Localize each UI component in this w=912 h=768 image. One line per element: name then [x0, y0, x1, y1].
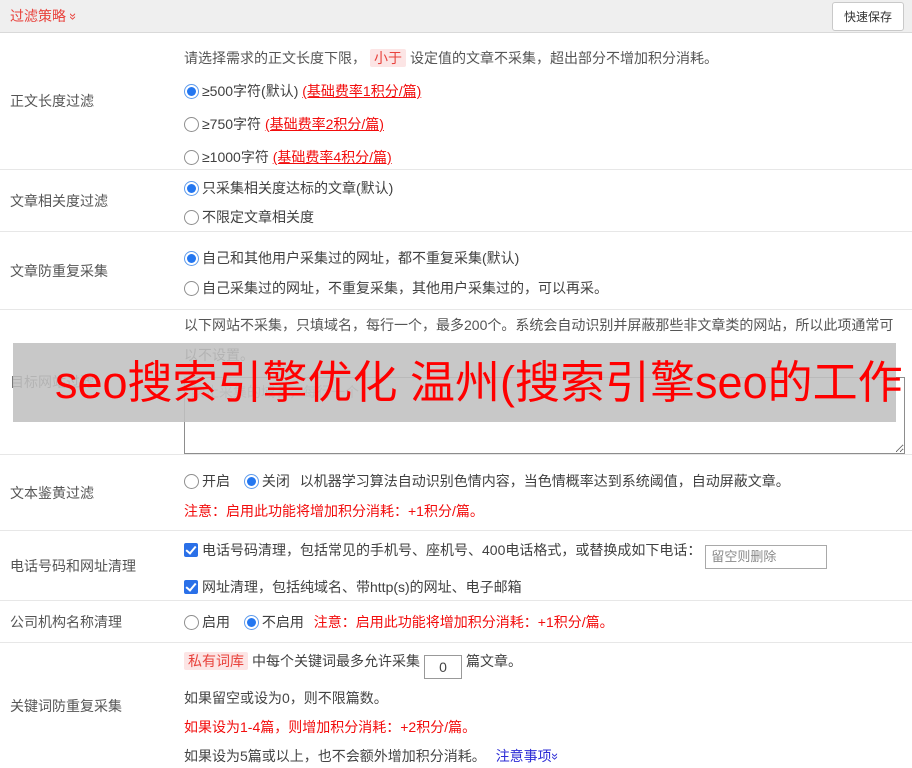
- option-relevance-any[interactable]: 不限定文章相关度: [184, 207, 912, 227]
- radio-750-chars[interactable]: [184, 117, 199, 132]
- row-label-phone-url: 电话号码和网址清理: [10, 557, 136, 574]
- row-keyword-dedup: 关键词防重复采集 私有词库中每个关键词最多允许采集 篇文章。 如果留空或设为0，则…: [0, 643, 912, 768]
- company-cleanup-options: 启用 不启用 注意：启用此功能将增加积分消耗：+1积分/篇。: [184, 612, 912, 632]
- porn-filter-description: 以机器学习算法自动识别色情内容，当色情概率达到系统阈值，自动屏蔽文章。: [299, 473, 790, 489]
- option-1000-fee-note: (基础费率4积分/篇): [272, 149, 392, 165]
- option-label: 自己和其他用户采集过的网址，都不重复采集(默认): [202, 250, 520, 266]
- row-article-dedup: 文章防重复采集 自己和其他用户采集过的网址，都不重复采集(默认) 自己采集过的网…: [0, 232, 912, 310]
- chevron-down-icon: »: [547, 752, 563, 761]
- keyword-dedup-line2: 如果留空或设为0，则不限篇数。: [184, 690, 388, 706]
- option-company-off[interactable]: 不启用: [243, 613, 304, 630]
- row-label-relevance: 文章相关度过滤: [10, 192, 108, 209]
- keyword-dedup-line3: 如果设为1-4篇，则增加积分消耗：+2积分/篇。: [184, 719, 477, 735]
- radio-company-on[interactable]: [184, 614, 199, 630]
- option-label: 启用: [202, 613, 230, 630]
- url-cleanup-option[interactable]: 网址清理，包括纯域名、带http(s)的网址、电子邮箱: [184, 577, 912, 597]
- notes-link[interactable]: 注意事项»: [495, 748, 563, 764]
- page-title[interactable]: 过滤策略 »: [10, 6, 82, 26]
- option-company-on[interactable]: 启用: [184, 614, 230, 630]
- keyword-dedup-line1: 私有词库中每个关键词最多允许采集 篇文章。: [184, 649, 912, 679]
- row-company-cleanup: 公司机构名称清理 启用 不启用 注意：启用此功能将增加积分消耗：+1积分/篇。: [0, 601, 912, 643]
- option-label: 只采集相关度达标的文章(默认): [202, 180, 394, 196]
- radio-relevance-any[interactable]: [184, 210, 199, 225]
- quick-save-button[interactable]: 快速保存: [831, 1, 904, 31]
- option-label: 不启用: [261, 613, 304, 630]
- checkbox-url-cleanup[interactable]: [184, 579, 198, 594]
- ad-overlay-text: seo搜索引擎优化 温州(搜索引擎seo的工作: [55, 357, 903, 408]
- max-articles-input[interactable]: [424, 655, 462, 679]
- private-lexicon-tag: 私有词库: [184, 652, 248, 670]
- option-750-chars[interactable]: ≥750字符 (基础费率2积分/篇): [184, 114, 912, 134]
- phone-cleanup-option[interactable]: 电话号码清理，包括常见的手机号、座机号、400电话格式，或替换成如下电话：: [184, 538, 912, 569]
- option-dedup-self-only[interactable]: 自己采集过的网址，不重复采集，其他用户采集过的，可以再采。: [184, 278, 912, 298]
- option-label: 自己采集过的网址，不重复采集，其他用户采集过的，可以再采。: [202, 280, 608, 296]
- highlight-less-than: 小于: [370, 49, 406, 67]
- row-content-length-filter: 正文长度过滤 请选择需求的正文长度下限， 小于 设定值的文章不采集，超出部分不增加积…: [0, 33, 912, 170]
- option-label: 关闭: [261, 473, 290, 489]
- checkbox-phone-cleanup[interactable]: [184, 543, 198, 557]
- radio-company-off[interactable]: [243, 614, 259, 630]
- line1-post: 篇文章。: [466, 653, 522, 669]
- option-label: ≥500字符(默认): [202, 83, 299, 99]
- row-label-article-dedup: 文章防重复采集: [10, 262, 108, 279]
- radio-1000-chars[interactable]: [184, 150, 199, 165]
- radio-relevance-strict[interactable]: [184, 181, 199, 196]
- radio-porn-on[interactable]: [184, 474, 199, 489]
- option-500-fee-note: (基础费率1积分/篇): [302, 83, 422, 99]
- keyword-dedup-line4: 如果设为5篇或以上，也不会额外增加积分消耗。 注意事项»: [184, 746, 912, 766]
- filter-strategy-page: 过滤策略 » 快速保存 正文长度过滤 请选择需求的正文长度下限， 小于 设定值的文章…: [0, 0, 912, 768]
- content-length-intro: 请选择需求的正文长度下限， 小于 设定值的文章不采集，超出部分不增加积分消耗。: [184, 48, 912, 68]
- row-label-content-length: 正文长度过滤: [10, 93, 94, 109]
- intro-post: 设定值的文章不采集，超出部分不增加积分消耗。: [410, 50, 718, 66]
- option-porn-off[interactable]: 关闭: [243, 473, 290, 489]
- line4-text: 如果设为5篇或以上，也不会额外增加积分消耗。: [184, 748, 486, 764]
- line1-mid: 中每个关键词最多允许采集: [252, 653, 420, 669]
- replacement-phone-input[interactable]: [705, 544, 828, 569]
- porn-filter-warning: 注意：启用此功能将增加积分消耗：+1积分/篇。: [184, 503, 484, 519]
- intro-pre: 请选择需求的正文长度下限，: [184, 50, 366, 66]
- option-label: 电话号码清理，包括常见的手机号、座机号、400电话格式，或替换成如下电话：: [202, 542, 702, 558]
- row-label-porn-filter: 文本鉴黄过滤: [10, 484, 94, 501]
- row-relevance-filter: 文章相关度过滤 只采集相关度达标的文章(默认) 不限定文章相关度: [0, 170, 912, 232]
- option-dedup-all-users[interactable]: 自己和其他用户采集过的网址，都不重复采集(默认): [184, 248, 912, 268]
- ad-overlay-banner: seo搜索引擎优化 温州(搜索引擎seo的工作: [13, 343, 903, 422]
- row-porn-filter: 文本鉴黄过滤 开启 关闭 以机器学习算法自动识别色情内容，当色情概率达到系统阈值…: [0, 455, 912, 531]
- target-site-intro-line1: 以下网站不采集，只填域名，每行一个，最多200个。系统会自动识别并屏蔽那些非文章…: [184, 317, 894, 333]
- option-label: 不限定文章相关度: [202, 209, 314, 225]
- row-label-keyword-dedup: 关键词防重复采集: [10, 697, 122, 714]
- option-750-fee-note: (基础费率2积分/篇): [264, 116, 384, 132]
- company-cleanup-warning: 注意：启用此功能将增加积分消耗：+1积分/篇。: [313, 613, 614, 630]
- radio-porn-off[interactable]: [243, 474, 259, 489]
- row-phone-url-cleanup: 电话号码和网址清理 电话号码清理，包括常见的手机号、座机号、400电话格式，或替…: [0, 531, 912, 601]
- option-500-chars[interactable]: ≥500字符(默认) (基础费率1积分/篇): [184, 81, 912, 101]
- option-label: ≥1000字符: [202, 149, 269, 165]
- page-title-text: 过滤策略: [10, 8, 66, 24]
- option-porn-on[interactable]: 开启: [184, 473, 230, 489]
- row-label-company-cleanup: 公司机构名称清理: [10, 613, 122, 630]
- chevron-down-icon: »: [66, 12, 82, 20]
- option-relevance-strict[interactable]: 只采集相关度达标的文章(默认): [184, 178, 912, 198]
- radio-500-chars[interactable]: [184, 84, 199, 99]
- option-label: ≥750字符: [202, 116, 262, 132]
- radio-dedup-all-users[interactable]: [184, 251, 199, 266]
- radio-dedup-self-only[interactable]: [184, 281, 199, 296]
- notes-link-text: 注意事项: [495, 748, 552, 764]
- option-1000-chars[interactable]: ≥1000字符 (基础费率4积分/篇): [184, 147, 912, 167]
- topbar: 过滤策略 » 快速保存: [0, 0, 912, 33]
- porn-filter-options: 开启 关闭 以机器学习算法自动识别色情内容，当色情概率达到系统阈值，自动屏蔽文章…: [184, 471, 912, 491]
- option-label: 开启: [202, 473, 230, 489]
- option-label: 网址清理，包括纯域名、带http(s)的网址、电子邮箱: [202, 578, 522, 595]
